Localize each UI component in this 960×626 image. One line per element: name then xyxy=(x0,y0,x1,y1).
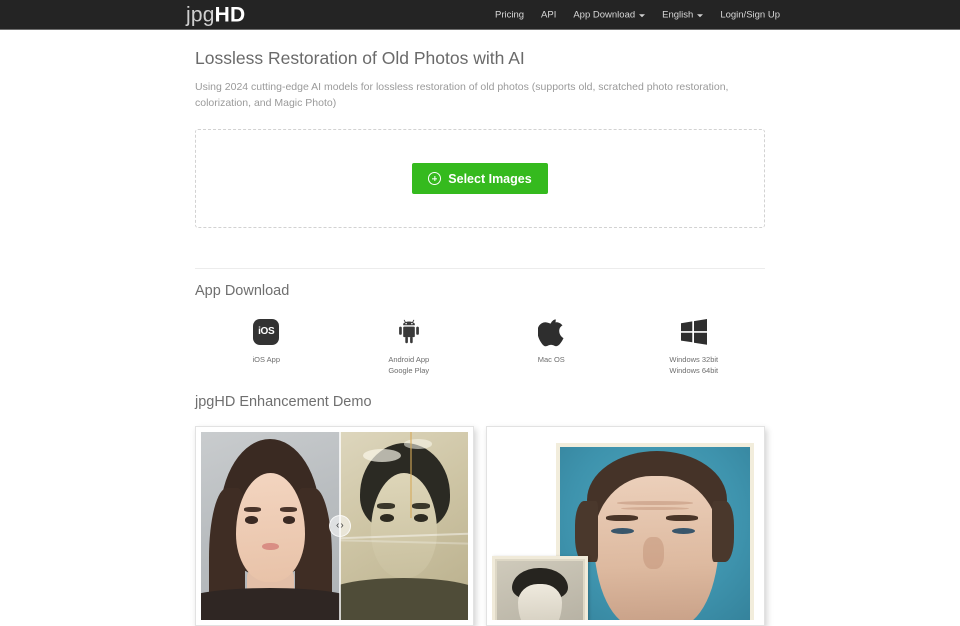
app-item-label-line2: Google Play xyxy=(388,365,429,376)
nav-item-pricing[interactable]: Pricing xyxy=(495,10,524,20)
chevron-down-icon xyxy=(697,14,703,17)
ios-icon: iOS xyxy=(253,317,279,347)
demo-card-before-after[interactable]: ‹ › xyxy=(195,426,474,626)
logo-text-light: jpg xyxy=(186,3,215,26)
logo-text-bold: HD xyxy=(215,3,246,26)
page-title: Lossless Restoration of Old Photos with … xyxy=(195,48,765,70)
app-item-ios[interactable]: iOS iOS App xyxy=(195,317,338,377)
app-item-android[interactable]: Android App Google Play xyxy=(338,317,481,377)
chevron-left-icon[interactable]: ‹ xyxy=(336,520,339,531)
app-item-windows[interactable]: Windows 32bit Windows 64bit xyxy=(623,317,766,377)
app-item-label-line1: iOS App xyxy=(252,354,280,365)
nav-item-api[interactable]: API xyxy=(541,10,556,20)
image-dropzone[interactable]: Select Images xyxy=(195,129,765,228)
app-item-label-line1: Windows 32bit xyxy=(669,354,718,365)
nav-label: Login/Sign Up xyxy=(720,10,780,20)
select-images-button[interactable]: Select Images xyxy=(412,163,547,194)
demo-card-list: ‹ › xyxy=(195,426,765,626)
android-icon xyxy=(395,317,423,347)
main-navigation: Pricing API App Download English Login/S… xyxy=(495,10,780,20)
ios-badge-label: iOS xyxy=(253,319,279,345)
app-item-macos[interactable]: Mac OS xyxy=(480,317,623,377)
plus-circle-icon xyxy=(428,172,441,185)
app-item-label: Mac OS xyxy=(538,354,565,365)
app-item-label-line1: Android App xyxy=(388,354,429,365)
nav-item-app-download[interactable]: App Download xyxy=(573,10,645,20)
original-damaged-image xyxy=(340,432,468,620)
site-logo[interactable]: jpgHD xyxy=(186,4,245,25)
app-item-label-line1: Mac OS xyxy=(538,354,565,365)
app-item-label: Windows 32bit Windows 64bit xyxy=(669,354,718,377)
site-header: jpgHD Pricing API App Download English L… xyxy=(0,0,960,30)
nav-label: Pricing xyxy=(495,10,524,20)
apple-icon xyxy=(538,317,564,347)
restored-image xyxy=(201,432,340,620)
app-item-label: Android App Google Play xyxy=(388,354,429,377)
nav-item-language[interactable]: English xyxy=(662,10,703,20)
select-images-label: Select Images xyxy=(448,173,531,186)
demo-heading: jpgHD Enhancement Demo xyxy=(195,394,765,411)
app-item-label: iOS App xyxy=(252,354,280,365)
comparison-slider-handle[interactable]: ‹ › xyxy=(329,515,351,537)
nav-label: English xyxy=(662,10,693,20)
app-download-heading: App Download xyxy=(195,283,765,300)
app-item-label-line2: Windows 64bit xyxy=(669,365,718,376)
chevron-right-icon[interactable]: › xyxy=(340,520,343,531)
page-container: Lossless Restoration of Old Photos with … xyxy=(195,30,765,626)
comparison-viewport: ‹ › xyxy=(201,432,468,620)
section-divider xyxy=(195,268,765,269)
original-thumbnail xyxy=(492,556,588,620)
colorized-viewport xyxy=(492,432,759,620)
app-download-list: iOS iOS App xyxy=(195,317,765,377)
demo-card-colorized[interactable] xyxy=(486,426,765,626)
chevron-down-icon xyxy=(639,14,645,17)
nav-label: App Download xyxy=(573,10,635,20)
page-subtitle: Using 2024 cutting-edge AI models for lo… xyxy=(195,79,740,112)
nav-item-login-signup[interactable]: Login/Sign Up xyxy=(720,10,780,20)
windows-icon xyxy=(679,317,709,347)
nav-label: API xyxy=(541,10,556,20)
